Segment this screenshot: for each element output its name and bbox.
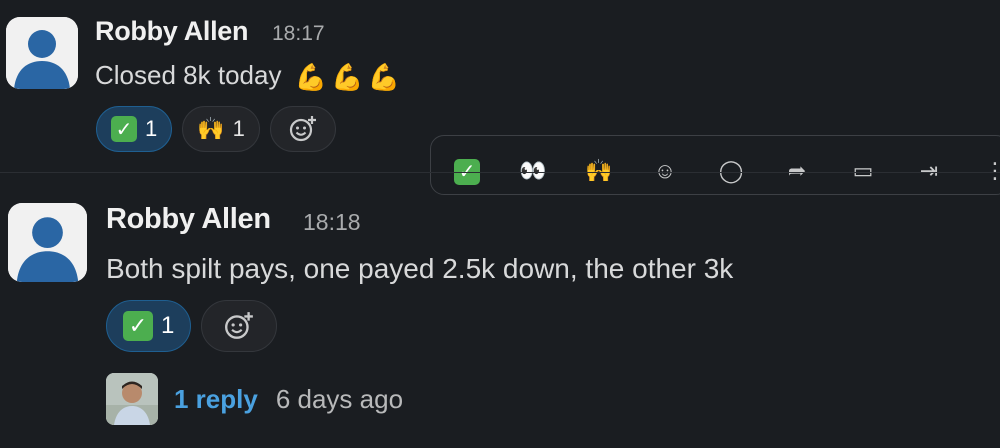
raising-hands-icon: 🙌 — [197, 116, 225, 141]
add-emoji-icon — [225, 312, 254, 339]
avatar[interactable] — [6, 17, 78, 89]
message-pane: Robby Allen 18:17 Closed 8k today 💪 💪 💪 … — [0, 0, 1000, 448]
person-photo-icon — [106, 373, 158, 425]
reaction-count: 1 — [145, 116, 158, 141]
flexed-biceps-icon: 💪 — [367, 62, 400, 93]
default-avatar-icon — [6, 17, 78, 89]
avatar[interactable] — [8, 203, 87, 282]
reaction-count: 1 — [161, 312, 175, 339]
last-reply-time: 6 days ago — [275, 383, 404, 414]
flexed-biceps-icon: 💪 — [331, 62, 364, 93]
white-check-mark-icon: ✓ — [123, 311, 153, 341]
timestamp[interactable]: 18:18 — [303, 209, 361, 236]
flexed-biceps-icon: 💪 — [294, 62, 328, 93]
timestamp[interactable]: 18:17 — [272, 22, 325, 46]
reaction-bar: ✓ 1 🙌 1 — [96, 106, 336, 152]
message[interactable]: Robby Allen 18:18 Both spilt pays, one p… — [0, 172, 1000, 448]
reaction-count: 1 — [232, 116, 245, 141]
message-body: Closed 8k today — [95, 60, 282, 90]
add-emoji-icon — [289, 116, 316, 142]
reaction-bar: ✓ 1 — [106, 300, 278, 352]
add-reaction-button[interactable] — [201, 300, 278, 352]
add-reaction-button[interactable] — [269, 106, 336, 152]
reaction-check[interactable]: ✓ 1 — [96, 106, 173, 152]
author-name[interactable]: Robby Allen — [95, 16, 249, 47]
author-name[interactable]: Robby Allen — [106, 203, 271, 236]
default-avatar-icon — [8, 203, 87, 282]
reaction-raising-hands[interactable]: 🙌 1 — [182, 106, 260, 152]
reply-count-link[interactable]: 1 reply — [174, 384, 258, 415]
reaction-check[interactable]: ✓ 1 — [106, 300, 192, 352]
replier-avatar[interactable] — [106, 373, 158, 425]
message-text: Closed 8k today 💪 💪 💪 — [95, 60, 400, 91]
thread-summary[interactable]: 1 reply 6 days ago — [106, 373, 403, 425]
emoji-group: 💪 💪 💪 — [295, 64, 400, 90]
white-check-mark-icon: ✓ — [111, 116, 137, 142]
message-text: Both spilt pays, one payed 2.5k down, th… — [106, 253, 734, 284]
